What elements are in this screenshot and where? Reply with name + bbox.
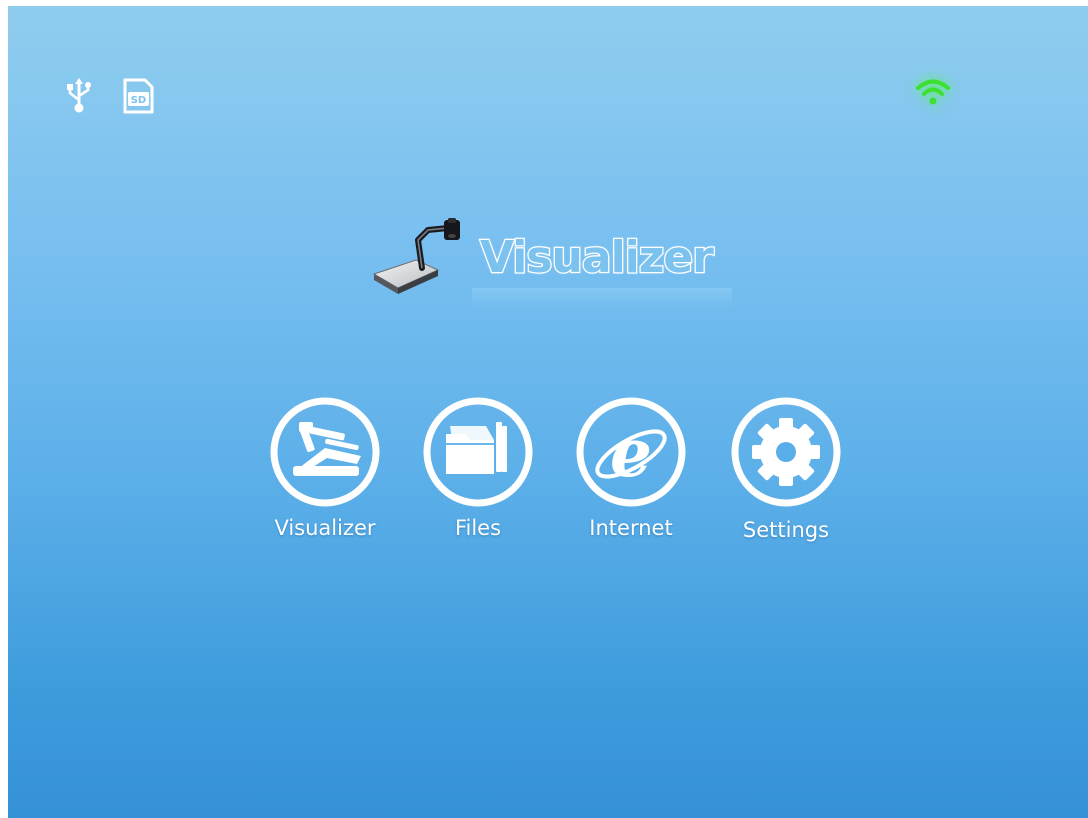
sd-card-label: SD	[131, 95, 147, 106]
app-settings[interactable]: Settings	[716, 396, 856, 556]
app-files[interactable]: Files	[408, 396, 548, 556]
folder-icon	[423, 397, 533, 507]
brand-title: Visualizer	[479, 231, 715, 285]
document-camera-icon	[270, 397, 380, 507]
app-label: Internet	[589, 516, 673, 540]
app-label: Settings	[742, 518, 830, 542]
sd-card-icon: SD	[123, 78, 154, 114]
app-label: Files	[454, 516, 502, 540]
document-camera-icon	[372, 218, 460, 294]
internet-explorer-icon: e	[576, 397, 686, 507]
app-label: Visualizer	[274, 516, 376, 540]
gear-icon	[731, 397, 841, 507]
brand-header: Visualizer	[368, 210, 738, 310]
svg-text:e: e	[610, 414, 652, 492]
wifi-icon[interactable]	[914, 74, 952, 110]
home-screen: SD Visualizer Visualizer Files e Interne…	[8, 6, 1088, 818]
app-internet[interactable]: e Internet	[561, 396, 701, 556]
app-visualizer[interactable]: Visualizer	[255, 396, 395, 556]
usb-icon	[67, 78, 91, 113]
brand-reflection	[472, 288, 732, 308]
